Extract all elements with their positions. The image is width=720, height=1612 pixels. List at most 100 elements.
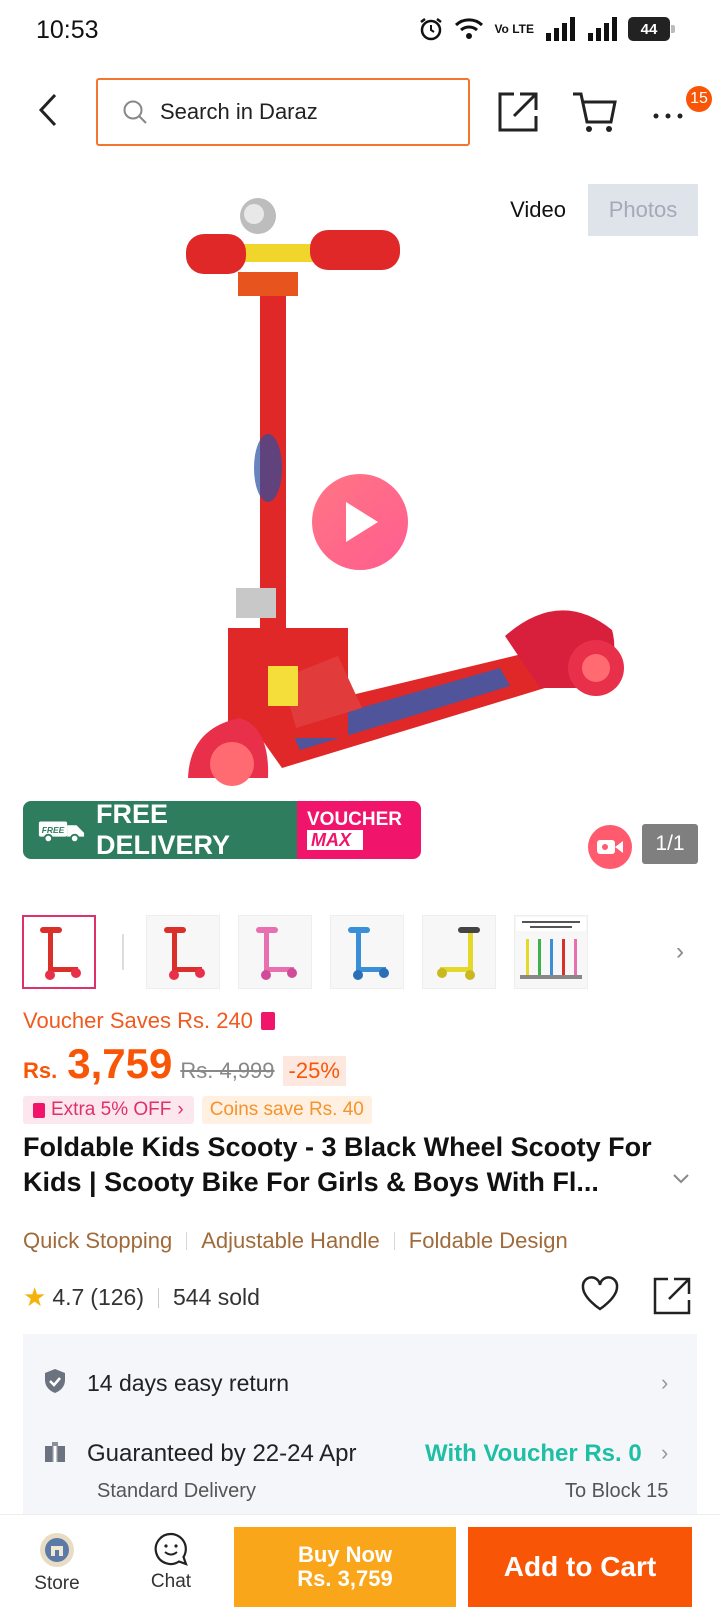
search-box[interactable] [96, 78, 470, 146]
buy-now-label: Buy Now [297, 1542, 393, 1567]
scooter-thumb-icon [164, 927, 205, 980]
promo-tags: Extra 5% OFF › Coins save Rs. 40 [23, 1096, 372, 1124]
coins-save-tag[interactable]: Coins save Rs. 40 [201, 1096, 372, 1124]
delivery-type: Standard Delivery [97, 1480, 256, 1502]
bottom-action-bar: Store Chat Buy Now Rs. 3,759 Add to Cart [0, 1514, 720, 1612]
buy-now-button[interactable]: Buy Now Rs. 3,759 [234, 1527, 456, 1607]
feature-item: Quick Stopping [23, 1228, 173, 1253]
search-icon [123, 100, 147, 124]
thumbnail-1[interactable] [22, 915, 96, 989]
current-price: 3,759 [67, 1040, 173, 1087]
chevron-down-icon[interactable] [672, 1168, 690, 1191]
free-delivery-text: FREE DELIVERY [95, 801, 230, 859]
tab-video[interactable]: Video [494, 184, 582, 236]
thumbnail-5[interactable] [422, 915, 496, 989]
image-counter: 1/1 [642, 824, 698, 864]
extra-off-text: Extra 5% OFF [51, 1099, 172, 1120]
cart-count-badge: 15 [686, 86, 712, 112]
tab-photos[interactable]: Photos [588, 184, 698, 236]
scooter-thumb-icon [437, 927, 480, 980]
status-bar: 10:53 Vo LTE 44 [0, 0, 720, 64]
wishlist-button[interactable] [580, 1276, 620, 1316]
thumbnail-3[interactable] [238, 915, 312, 989]
service-info: 14 days easy return › Guaranteed by 22-2… [23, 1334, 697, 1514]
shield-check-icon [43, 1368, 67, 1399]
delivery-guarantee[interactable]: Guaranteed by 22-24 Apr [87, 1440, 357, 1468]
scooter-multicolor-thumb-icon [516, 917, 586, 979]
feature-item: Foldable Design [408, 1228, 568, 1253]
cart-icon [573, 92, 617, 132]
currency: Rs. [23, 1058, 58, 1083]
chat-icon [154, 1532, 188, 1566]
sold-count: 544 sold [173, 1284, 260, 1310]
buy-now-price: Rs. 3,759 [297, 1566, 393, 1591]
delivery-voucher[interactable]: With Voucher Rs. 0 [425, 1440, 642, 1468]
heart-icon [581, 1276, 619, 1311]
share-button[interactable] [496, 90, 540, 134]
back-button[interactable] [30, 90, 66, 130]
package-icon [43, 1440, 67, 1469]
truck-icon: FREE [38, 821, 85, 844]
price-row: Rs. 3,759 Rs. 4,999 -25% [23, 1040, 346, 1100]
original-price: Rs. 4,999 [180, 1058, 275, 1083]
cart-button[interactable] [571, 90, 617, 134]
feature-list: Quick Stopping Adjustable Handle Foldabl… [23, 1228, 568, 1254]
promo-banner: FREE FREE DELIVERY VOUCHER MAX [23, 801, 421, 859]
delivery-location: To Block 15 [565, 1480, 669, 1502]
signal-icon-2 [586, 17, 618, 41]
add-to-cart-button[interactable]: Add to Cart [468, 1527, 692, 1607]
battery-icon: 44 [628, 17, 675, 41]
max-text: MAX [307, 830, 363, 850]
header: 15 [0, 76, 720, 146]
chevron-right-icon[interactable]: › [676, 938, 684, 966]
alarm-icon [418, 16, 444, 42]
chat-button[interactable]: Chat [134, 1531, 208, 1611]
share-icon [498, 92, 538, 132]
thumbnail-6[interactable] [514, 915, 588, 989]
feature-divider [186, 1232, 188, 1250]
store-label: Store [34, 1573, 80, 1594]
review-count: (126) [90, 1284, 144, 1310]
rating-divider [158, 1287, 159, 1308]
free-delivery-label: FREE FREE DELIVERY [23, 801, 297, 859]
search-input[interactable] [160, 99, 440, 125]
star-icon: ★ [23, 1282, 47, 1312]
video-camera-icon [597, 840, 623, 854]
play-button[interactable] [312, 474, 408, 570]
more-icon [653, 113, 683, 119]
product-gallery[interactable]: Video Photos FREE FREE DELIVERY VOUCHER … [0, 168, 720, 869]
voucher-saves[interactable]: Voucher Saves Rs. 240 [23, 1008, 275, 1034]
thumbnail-divider [122, 934, 124, 970]
chevron-right-icon[interactable]: › [661, 1370, 668, 1396]
wifi-icon [454, 17, 484, 41]
status-icons: Vo LTE 44 [418, 16, 675, 42]
feature-divider [393, 1232, 395, 1250]
thumbnail-strip: › [22, 914, 712, 990]
store-icon [40, 1533, 74, 1567]
voucher-icon [260, 1012, 275, 1030]
status-time: 10:53 [36, 16, 99, 44]
voucher-saves-text: Voucher Saves Rs. 240 [23, 1008, 253, 1033]
feature-item: Adjustable Handle [201, 1228, 380, 1253]
thumbnail-4[interactable] [330, 915, 404, 989]
scooter-thumb-icon [40, 927, 81, 980]
chevron-right-icon: › [177, 1099, 184, 1120]
more-button[interactable] [650, 94, 690, 130]
voucher-max-label: VOUCHER MAX [297, 801, 421, 859]
store-button[interactable]: Store [20, 1531, 94, 1611]
signal-icon [544, 17, 576, 41]
scooter-thumb-icon [256, 927, 297, 980]
volte-icon: Vo LTE [494, 22, 534, 36]
play-icon [346, 502, 378, 542]
rating-row[interactable]: ★ 4.7 (126) 544 sold [23, 1282, 260, 1313]
extra-off-tag[interactable]: Extra 5% OFF › [23, 1096, 194, 1124]
scooter-thumb-icon [348, 927, 389, 980]
share-icon [653, 1277, 691, 1315]
video-camera-button[interactable] [588, 825, 632, 869]
chat-label: Chat [150, 1571, 192, 1592]
chevron-right-icon[interactable]: › [661, 1440, 668, 1466]
return-policy[interactable]: 14 days easy return [87, 1370, 289, 1397]
thumbnail-2[interactable] [146, 915, 220, 989]
back-arrow-icon [38, 93, 57, 127]
share-product-button[interactable] [652, 1276, 692, 1316]
